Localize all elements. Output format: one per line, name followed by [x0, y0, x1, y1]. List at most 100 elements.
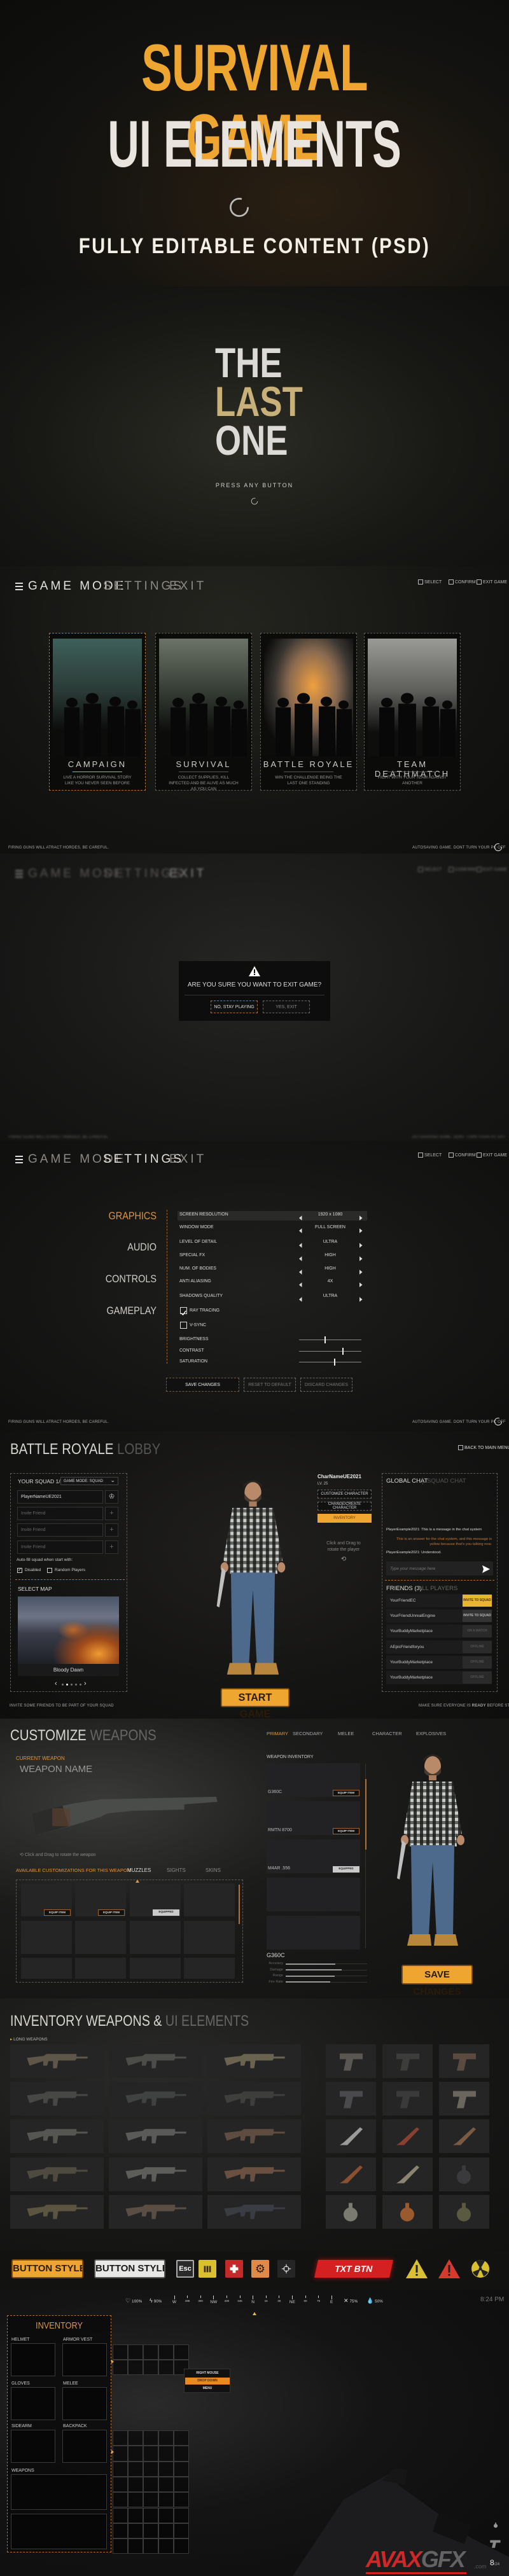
back-to-main-menu-button[interactable]: BACK TO MAIN MENU — [458, 1445, 509, 1450]
arrow-right-icon[interactable] — [359, 1294, 365, 1302]
grid-cell[interactable] — [174, 2430, 189, 2446]
tab-secondary[interactable]: SECONDARY — [293, 1731, 323, 1736]
game-mode-card-survival[interactable]: SURVIVAL COLLECT SUPPLIES, KILL INFECTED … — [155, 633, 252, 791]
weapon-slot[interactable] — [109, 2082, 202, 2116]
map-page-dot[interactable] — [62, 1684, 64, 1686]
crown-icon[interactable]: ♔ — [105, 1490, 118, 1504]
grid-cell[interactable] — [128, 2476, 143, 2493]
grid-cell[interactable] — [143, 2538, 158, 2554]
item-slot[interactable] — [326, 2044, 376, 2078]
customization-slot[interactable] — [184, 1958, 235, 1979]
grid-cell[interactable] — [158, 2430, 174, 2446]
confirm-exit-button[interactable]: YES, EXIT — [263, 1001, 310, 1013]
grid-cell[interactable] — [174, 2344, 189, 2360]
arrow-right-icon[interactable] — [359, 1279, 365, 1287]
grid-cell[interactable] — [143, 2360, 158, 2375]
item-slot[interactable] — [382, 2082, 433, 2116]
invite-to-squad-button[interactable]: INVITE TO SQUAD — [463, 1595, 492, 1607]
setting-row-shadows-quality[interactable]: SHADOWS QUALITY ULTRA — [179, 1293, 367, 1302]
shotgun-model[interactable] — [31, 1787, 229, 1838]
medkit-icon-button[interactable] — [225, 2260, 243, 2278]
map-page-dot[interactable] — [80, 1684, 81, 1686]
invite-friend-input[interactable]: Invite Friend — [17, 1507, 103, 1520]
weapon-slot[interactable] — [207, 2119, 301, 2153]
arrow-right-icon[interactable] — [359, 1253, 365, 1261]
grid-cell[interactable] — [128, 2344, 143, 2360]
slider-contrast[interactable] — [299, 1348, 361, 1355]
tab-character[interactable]: CHARACTER — [372, 1731, 402, 1736]
customization-slot[interactable] — [75, 1958, 126, 1979]
grid-cell[interactable] — [174, 2461, 189, 2477]
weapon-slot[interactable] — [10, 2044, 104, 2078]
grid-cell[interactable] — [158, 2344, 174, 2360]
weapon-slot[interactable] — [207, 2082, 301, 2116]
plus-icon[interactable]: + — [105, 1507, 118, 1520]
context-menu-item-right-mouse[interactable]: RIGHT MOUSE — [185, 2370, 230, 2377]
ammo-icon-button[interactable] — [199, 2260, 216, 2278]
item-slot[interactable] — [382, 2157, 433, 2191]
grid-cell[interactable] — [158, 2360, 174, 2375]
setting-row-special-fx[interactable]: SPECIAL FX HIGH — [179, 1252, 367, 1261]
helmet-slot[interactable] — [11, 2343, 55, 2376]
invite-to-squad-button[interactable]: INVITE TO SQUAD — [463, 1610, 492, 1623]
customization-slot[interactable] — [21, 1921, 72, 1954]
inventory-button[interactable]: INVENTORY — [317, 1514, 372, 1523]
change-create-character-button[interactable]: CHANGE/CREATE CHARACTER — [317, 1502, 372, 1511]
weapons-slot-2[interactable] — [11, 2514, 107, 2549]
slider-thumb[interactable] — [333, 1359, 335, 1366]
grid-cell[interactable] — [143, 2461, 158, 2477]
tab-primary[interactable]: PRIMARY — [267, 1731, 288, 1736]
customization-slot[interactable] — [184, 1921, 235, 1954]
grid-cell[interactable] — [174, 2507, 189, 2523]
settings-category-audio[interactable]: AUDIO — [99, 1241, 157, 1254]
game-mode-card-battle-royale[interactable]: BATTLE ROYALE WIN THE CHALLENGE BEING THE… — [260, 633, 357, 791]
nav-exit[interactable]: EXIT — [169, 867, 206, 881]
grid-cell[interactable] — [128, 2507, 143, 2523]
grid-cell[interactable] — [113, 2538, 128, 2554]
grid-cell[interactable] — [113, 2461, 128, 2477]
grid-cell[interactable] — [143, 2507, 158, 2523]
tab-muzzles[interactable]: MUZZLES — [127, 1867, 151, 1873]
sidearm-slot[interactable] — [11, 2430, 55, 2463]
item-slot[interactable] — [439, 2044, 489, 2078]
item-slot[interactable] — [326, 2195, 376, 2229]
settings-category-graphics[interactable]: GRAPHICS — [99, 1210, 157, 1222]
player-character-model[interactable] — [213, 1477, 293, 1684]
customization-slot[interactable] — [130, 1958, 181, 1979]
inventory-scrollbar-thumb[interactable] — [365, 1779, 366, 1850]
grid-cell[interactable] — [174, 2446, 189, 2462]
setting-row-anti-aliasing[interactable]: ANTI ALIASING 4X — [179, 1278, 367, 1287]
map-preview[interactable] — [18, 1596, 119, 1664]
weapon-inventory-item[interactable] — [267, 1878, 360, 1911]
grid-cell[interactable] — [128, 2461, 143, 2477]
grid-cell[interactable] — [174, 2492, 189, 2508]
grid-cell[interactable] — [158, 2492, 174, 2508]
game-mode-dropdown[interactable]: GAME MODE: SQUAD ⌄ — [60, 1477, 118, 1485]
crosshair-icon-button[interactable] — [277, 2260, 295, 2278]
setting-row-level-of-detail[interactable]: LEVEL OF DETAIL ULTRA — [179, 1239, 367, 1248]
arrow-right-icon[interactable] — [359, 1212, 365, 1221]
map-page-dot[interactable] — [75, 1684, 77, 1686]
grid-cell[interactable] — [128, 2430, 143, 2446]
grid-cell[interactable] — [158, 2523, 174, 2539]
equip-item-button[interactable]: EQUIP ITEM — [44, 1909, 71, 1916]
grid-cell[interactable] — [174, 2476, 189, 2493]
slider-thumb[interactable] — [324, 1336, 326, 1343]
nav-exit[interactable]: EXIT — [169, 1153, 206, 1167]
discard-changes-button[interactable]: DISCARD CHANGES — [300, 1378, 352, 1392]
grid-cell[interactable] — [143, 2430, 158, 2446]
slider-thumb[interactable] — [342, 1348, 344, 1355]
stay-playing-button[interactable]: NO, STAY PLAYING — [211, 1001, 258, 1013]
weapon-slot[interactable] — [109, 2119, 202, 2153]
weapons-slot[interactable] — [11, 2474, 107, 2510]
press-any-button-prompt[interactable]: PRESS ANY BUTTON — [0, 482, 509, 488]
grid-cell[interactable] — [113, 2344, 128, 2360]
grid-cell[interactable] — [158, 2507, 174, 2523]
customization-slot[interactable] — [184, 1883, 235, 1916]
backpack-slot[interactable] — [62, 2430, 107, 2463]
chat-input[interactable]: Type your message here — [386, 1562, 493, 1575]
setting-row-screen-resolution[interactable]: SCREEN RESOLUTION 1920 x 1080 — [179, 1212, 367, 1221]
context-menu-item-menu[interactable]: MENU — [185, 2385, 230, 2392]
map-page-dot[interactable] — [71, 1684, 73, 1686]
squad-player-field[interactable]: PlayerNameUE2021 — [17, 1490, 103, 1504]
